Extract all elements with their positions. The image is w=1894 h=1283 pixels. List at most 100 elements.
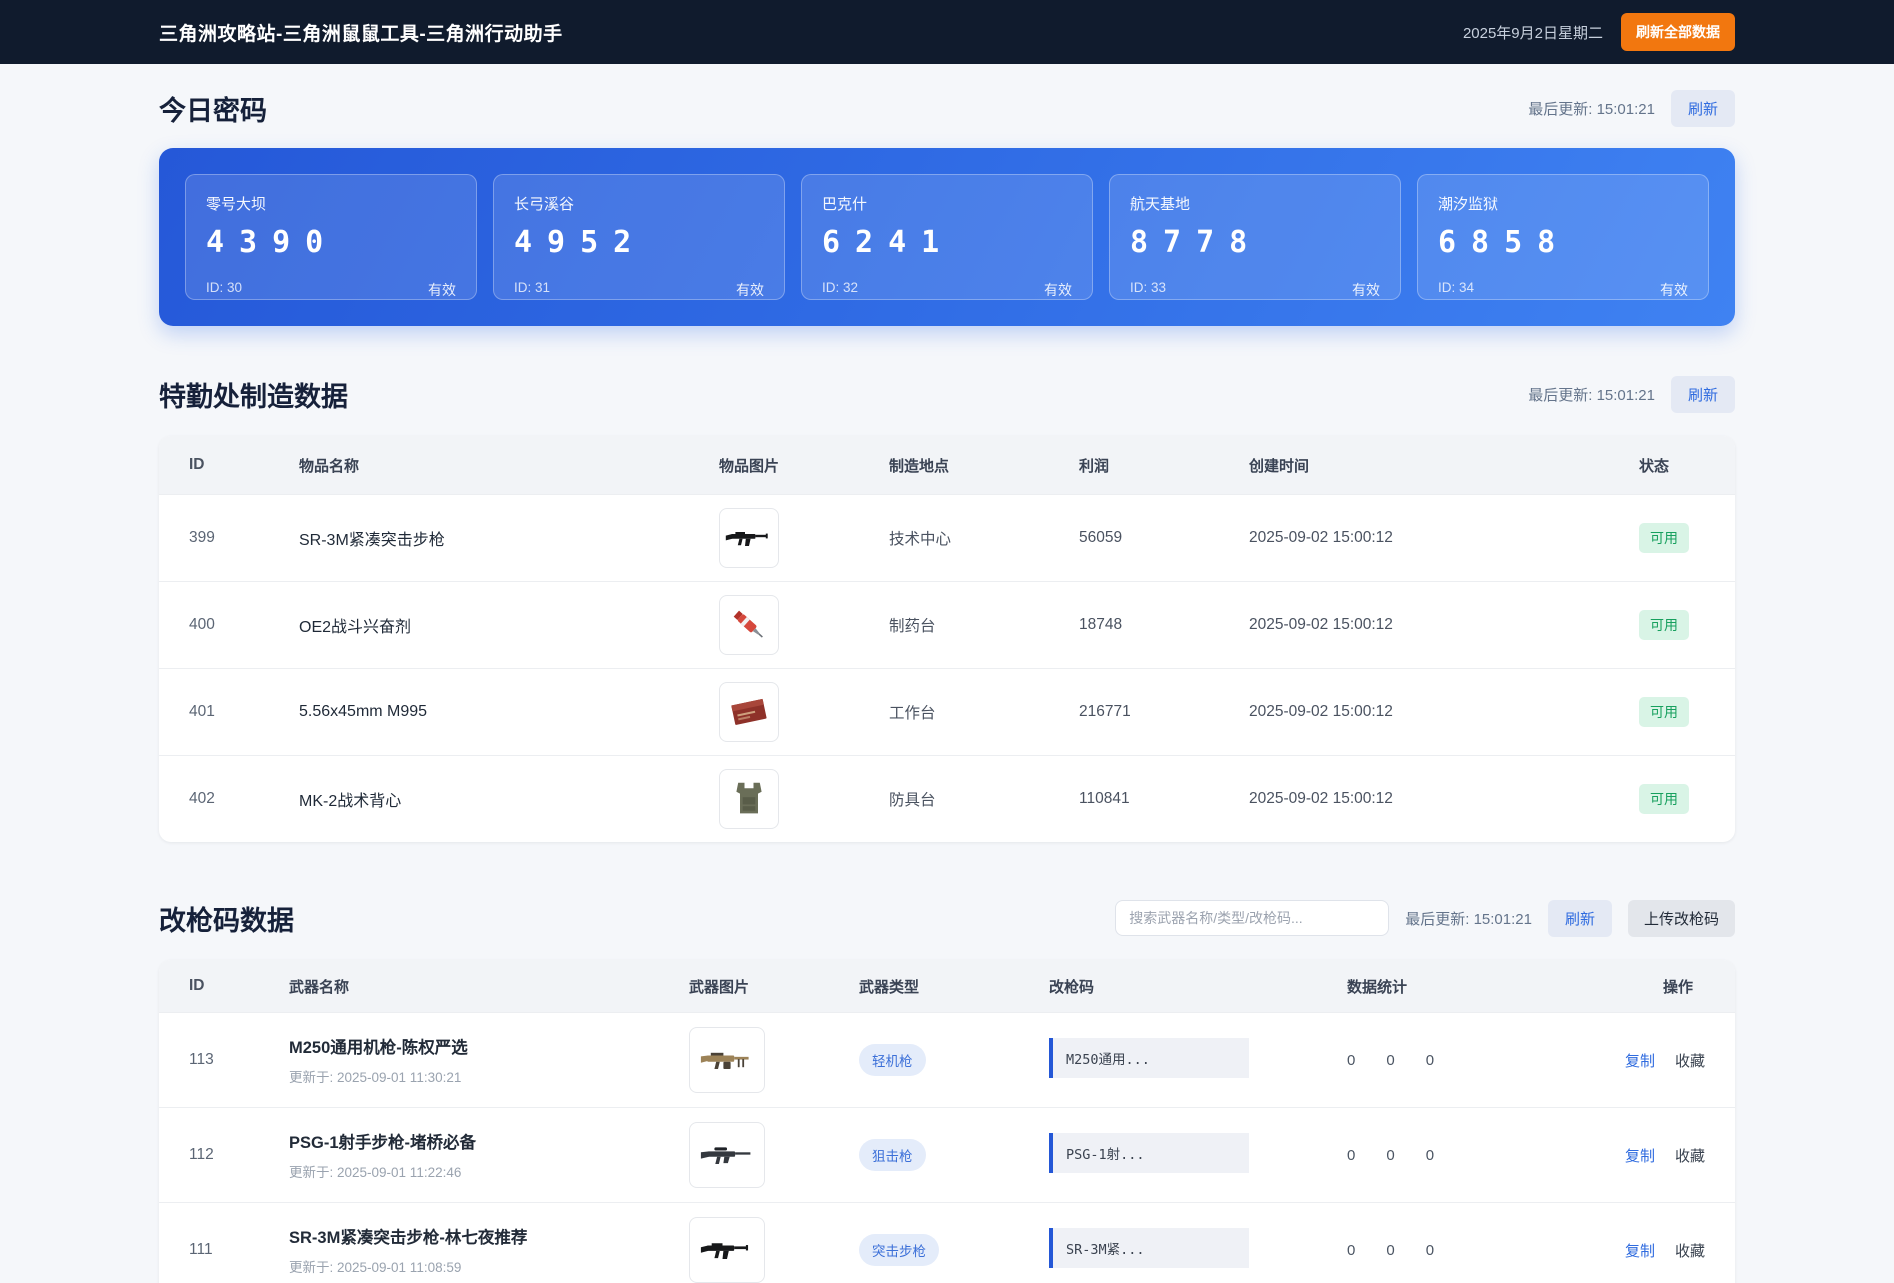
item-profit: 56059 xyxy=(1079,529,1123,546)
col-place: 制造地点 xyxy=(889,457,950,475)
password-card-hangtianjidi: 航天基地 8778 ID: 33 有效 xyxy=(1109,174,1401,300)
stim-syringe-image xyxy=(719,595,779,655)
stats-counts: 0 0 0 xyxy=(1347,1241,1435,1259)
col-created: 创建时间 xyxy=(1249,457,1310,475)
map-name: 零号大坝 xyxy=(206,196,267,213)
password-id: ID: 34 xyxy=(1438,280,1475,295)
weapon-updated: 更新于: 2025-09-01 11:22:46 xyxy=(289,1165,462,1180)
assault-rifle-image xyxy=(719,508,779,568)
manufacture-title: 特勤处制造数据 xyxy=(159,381,348,412)
favorite-button[interactable]: 收藏 xyxy=(1675,1145,1705,1166)
weapon-id: 113 xyxy=(189,1051,214,1068)
item-name: SR-3M紧凑突击步枪 xyxy=(299,532,445,549)
col-actions: 操作 xyxy=(1662,978,1693,996)
password-panel: 零号大坝 4390 ID: 30 有效 长弓溪谷 4952 ID: 31 有效 … xyxy=(159,148,1735,326)
lmg-image xyxy=(689,1027,765,1093)
mods-refresh-button[interactable]: 刷新 xyxy=(1547,899,1612,937)
weapon-type-badge: 突击步枪 xyxy=(859,1234,939,1266)
mods-section-head: 改枪码数据 最后更新: 15:01:21 刷新 上传改枪码 xyxy=(159,894,1735,942)
password-status: 有效 xyxy=(736,282,764,298)
status-badge: 可用 xyxy=(1639,784,1689,814)
password-code: 6858 xyxy=(1438,225,1571,260)
refresh-all-button[interactable]: 刷新全部数据 xyxy=(1621,13,1735,51)
weapon-name: PSG-1射手步枪-堵桥必备 xyxy=(289,1134,477,1152)
col-mod-code: 改枪码 xyxy=(1049,978,1095,996)
col-weapon-image: 武器图片 xyxy=(689,978,750,996)
marksman-rifle-image xyxy=(689,1122,765,1188)
table-row: 113 M250通用机枪-陈权严选 更新于: 2025-09-01 11:30:… xyxy=(159,1012,1735,1107)
col-item-name: 物品名称 xyxy=(299,457,360,475)
col-item-image: 物品图片 xyxy=(719,457,780,475)
password-status: 有效 xyxy=(428,282,456,298)
manufacture-section-head: 特勤处制造数据 最后更新: 15:01:21 刷新 xyxy=(159,370,1735,418)
password-status: 有效 xyxy=(1660,282,1688,298)
password-status: 有效 xyxy=(1044,282,1072,298)
item-place: 防具台 xyxy=(889,792,936,809)
item-created: 2025-09-02 15:00:12 xyxy=(1249,616,1393,633)
copy-button[interactable]: 复制 xyxy=(1625,1050,1655,1071)
ammo-box-image xyxy=(719,682,779,742)
app-title: 三角洲攻略站-三角洲鼠鼠工具-三角洲行动助手 xyxy=(159,23,563,45)
item-place: 工作台 xyxy=(889,705,936,722)
weapon-type-badge: 狙击枪 xyxy=(859,1139,926,1171)
manufacture-last-updated: 最后更新: 15:01:21 xyxy=(1528,386,1655,404)
password-code: 8778 xyxy=(1130,225,1263,260)
passwords-refresh-button[interactable]: 刷新 xyxy=(1670,89,1735,127)
col-status: 状态 xyxy=(1639,457,1670,475)
item-created: 2025-09-02 15:00:12 xyxy=(1249,529,1393,546)
password-card-chaoxijianyu: 潮汐监狱 6858 ID: 34 有效 xyxy=(1417,174,1709,300)
mods-table: ID 武器名称 武器图片 武器类型 改枪码 数据统计 操作 113 M250通用… xyxy=(159,960,1735,1283)
password-card-bakeshi: 巴克什 6241 ID: 32 有效 xyxy=(801,174,1093,300)
password-card-changgongxigu: 长弓溪谷 4952 ID: 31 有效 xyxy=(493,174,785,300)
table-row: 400 OE2战斗兴奋剂 制药台 18748 2025-09-02 15:00:… xyxy=(159,581,1735,668)
password-card-linghaodaba: 零号大坝 4390 ID: 30 有效 xyxy=(185,174,477,300)
upload-mod-code-button[interactable]: 上传改枪码 xyxy=(1627,899,1735,937)
favorite-button[interactable]: 收藏 xyxy=(1675,1240,1705,1261)
weapon-updated: 更新于: 2025-09-01 11:08:59 xyxy=(289,1260,462,1275)
item-name: MK-2战术背心 xyxy=(299,793,402,810)
table-row: 112 PSG-1射手步枪-堵桥必备 更新于: 2025-09-01 11:22… xyxy=(159,1107,1735,1202)
password-status: 有效 xyxy=(1352,282,1380,298)
status-badge: 可用 xyxy=(1639,523,1689,553)
password-code: 6241 xyxy=(822,225,955,260)
item-created: 2025-09-02 15:00:12 xyxy=(1249,790,1393,807)
favorite-button[interactable]: 收藏 xyxy=(1675,1050,1705,1071)
password-id: ID: 33 xyxy=(1130,280,1167,295)
item-id: 401 xyxy=(189,703,215,720)
password-id: ID: 30 xyxy=(206,280,243,295)
item-name: OE2战斗兴奋剂 xyxy=(299,619,412,636)
weapon-id: 112 xyxy=(189,1146,214,1163)
search-input[interactable] xyxy=(1115,900,1390,936)
status-badge: 可用 xyxy=(1639,610,1689,640)
table-row: 402 MK-2战术背心 防具台 110841 2025-09-02 15:00… xyxy=(159,755,1735,842)
weapon-type-badge: 轻机枪 xyxy=(859,1044,926,1076)
weapon-name: SR-3M紧凑突击步枪-林七夜推荐 xyxy=(289,1229,528,1247)
col-stats: 数据统计 xyxy=(1347,978,1408,996)
copy-button[interactable]: 复制 xyxy=(1625,1240,1655,1261)
mod-code-box: PSG-1射... xyxy=(1049,1132,1249,1173)
map-name: 长弓溪谷 xyxy=(514,196,575,213)
copy-button[interactable]: 复制 xyxy=(1625,1145,1655,1166)
item-place: 制药台 xyxy=(889,618,936,635)
mod-code-box: SR-3M紧... xyxy=(1049,1227,1249,1268)
manufacture-table-header: ID 物品名称 物品图片 制造地点 利润 创建时间 状态 xyxy=(159,436,1735,494)
item-id: 400 xyxy=(189,616,215,633)
item-created: 2025-09-02 15:00:12 xyxy=(1249,703,1393,720)
status-badge: 可用 xyxy=(1639,697,1689,727)
stats-counts: 0 0 0 xyxy=(1347,1146,1435,1164)
assault-rifle-image xyxy=(689,1217,765,1283)
item-id: 399 xyxy=(189,529,215,546)
password-code: 4952 xyxy=(514,225,647,260)
map-name: 航天基地 xyxy=(1130,196,1191,213)
password-id: ID: 31 xyxy=(514,280,551,295)
weapon-name: M250通用机枪-陈权严选 xyxy=(289,1039,468,1057)
item-id: 402 xyxy=(189,790,215,807)
col-id: ID xyxy=(189,977,205,994)
password-id: ID: 32 xyxy=(822,280,859,295)
tactical-vest-image xyxy=(719,769,779,829)
manufacture-refresh-button[interactable]: 刷新 xyxy=(1670,375,1735,413)
col-id: ID xyxy=(189,456,205,473)
item-name: 5.56x45mm M995 xyxy=(299,703,428,720)
passwords-title: 今日密码 xyxy=(159,95,267,126)
item-profit: 18748 xyxy=(1079,616,1123,633)
